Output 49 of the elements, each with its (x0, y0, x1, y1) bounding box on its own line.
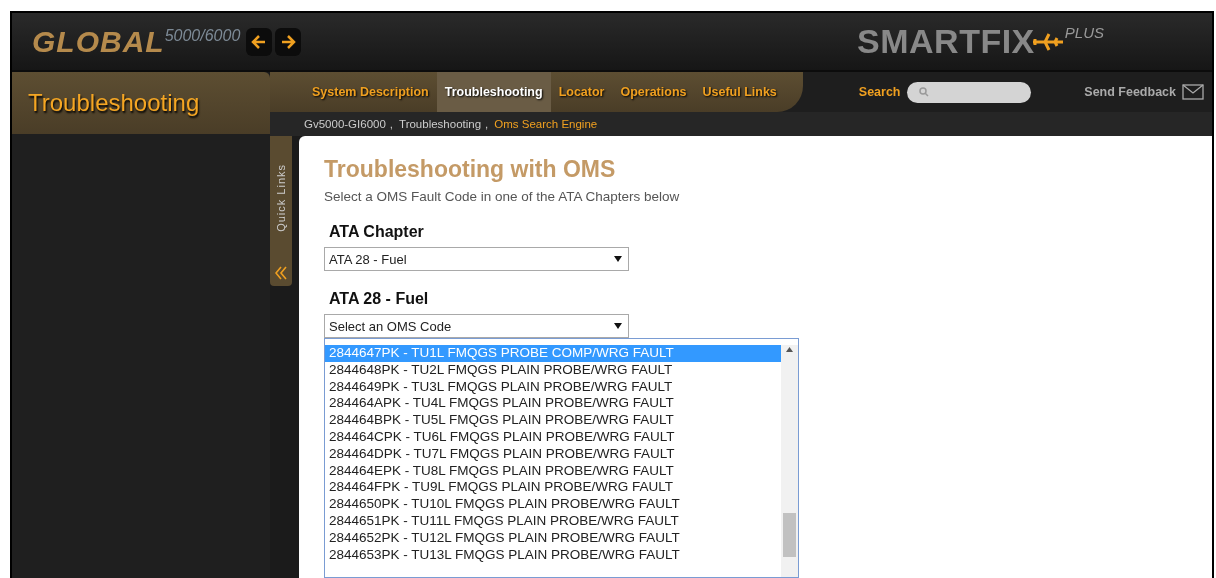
nav-tab[interactable]: Operations (612, 72, 695, 112)
page-title: Troubleshooting with OMS (324, 156, 617, 183)
send-feedback-link[interactable]: Send Feedback (1084, 85, 1176, 99)
option-item[interactable]: 2844651PK - TU11L FMQGS PLAIN PROBE/WRG FAULT (325, 512, 781, 530)
option-item[interactable]: 284464FPK - TU9L FMQGS PLAIN PROBE/WRG FAULT (325, 479, 781, 497)
search-label: Search (858, 85, 901, 99)
option-item[interactable]: 284464BPK - TU5L FMQGS PLAIN PROBE/WRG FAULT (325, 412, 781, 429)
option-item[interactable]: 284464DPK - TU7L FMQGS PLAIN PROBE/WRG FAULT (325, 445, 781, 463)
section-title: Troubleshooting (12, 72, 270, 134)
nav-tab[interactable]: Useful Links (694, 72, 785, 112)
dropdown-field[interactable]: Select an OMS Code (324, 314, 629, 338)
brand-text: SMARTFIX (857, 22, 1035, 61)
search-icon (918, 87, 929, 97)
option-item[interactable]: 284464APK - TU4L FMQGS PLAIN PROBE/WRG FAULT (325, 395, 781, 413)
breadcrumb-link[interactable]: Gv5000-GI6000 (304, 118, 386, 130)
dropdown-caret-icon (614, 323, 622, 329)
forward-button[interactable] (275, 27, 302, 56)
breadcrumb-separator: , (485, 118, 489, 130)
brand-suffix: PLUS (1064, 24, 1104, 41)
option-item[interactable]: 284464EPK - TU8L FMQGS PLAIN PROBE/WRG FAULT (325, 462, 781, 480)
quick-links-tab[interactable]: Quick Links (270, 136, 292, 286)
field-label: ATA 28 - Fuel (329, 290, 430, 308)
option-item[interactable]: 2844650PK - TU10L FMQGS PLAIN PROBE/WRG FAULT (325, 496, 781, 513)
scroll-thumb[interactable] (783, 513, 796, 557)
field-label: ATA Chapter (329, 223, 425, 241)
envelope-icon (1182, 84, 1204, 100)
option-item[interactable]: 284464CPK - TU6L FMQGS PLAIN PROBE/WRG FAULT (325, 429, 781, 446)
nav-tab[interactable]: System Description (304, 72, 437, 112)
model-text: 5000/6000 (164, 26, 241, 45)
double-chevron-icon (275, 266, 287, 280)
option-item[interactable]: 2844649PK - TU3L FMQGS PLAIN PROBE/WRG FAULT (325, 378, 781, 396)
scroll-up-icon (786, 347, 793, 352)
breadcrumb-separator: , (389, 118, 394, 130)
nav-tab[interactable]: Locator (550, 72, 613, 112)
quick-links-label: Quick Links (274, 164, 288, 232)
breadcrumb-link[interactable]: Troubleshooting (399, 118, 482, 130)
back-button[interactable] (246, 27, 273, 56)
right-arrow-icon (279, 32, 298, 51)
option-item[interactable]: 2844653PK - TU13L FMQGS PLAIN PROBE/WRG FAULT (325, 546, 781, 564)
instruction-text: Select a OMS Fault Code in one of the ATA Chapters below (324, 189, 681, 204)
dropdown-field[interactable]: ATA 28 - Fuel (324, 247, 629, 271)
option-item[interactable]: 2844652PK - TU12L FMQGS PLAIN PROBE/WRG FAULT (325, 529, 781, 547)
search-field[interactable] (906, 81, 1031, 103)
dropdown-caret-icon (614, 256, 622, 262)
option-item[interactable]: 2844648PK - TU2L FMQGS PLAIN PROBE/WRG FAULT (325, 361, 781, 379)
logo-text: GLOBAL (32, 24, 165, 59)
scrollbar[interactable] (781, 345, 798, 577)
nav-tab[interactable]: Troubleshooting (436, 72, 551, 112)
breadcrumb-link[interactable]: Oms Search Engine (494, 118, 598, 130)
